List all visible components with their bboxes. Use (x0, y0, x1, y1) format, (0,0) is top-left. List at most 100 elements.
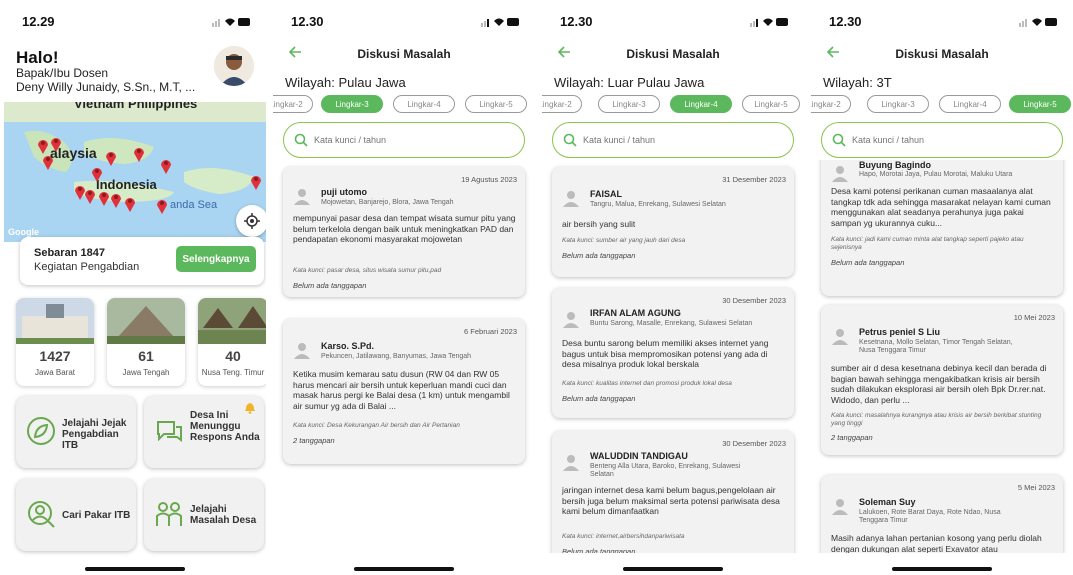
search-icon (563, 133, 577, 147)
jelajahi-jejak-button[interactable]: Jelajahi Jejak Pengabdian ITB (16, 396, 136, 468)
map-pin-icon[interactable] (160, 158, 172, 174)
map-pin-icon[interactable] (110, 192, 122, 208)
bell-icon (245, 403, 255, 414)
post-author: Soleman Suy (859, 497, 916, 507)
lingkar-tabs: Lingkar-2 Lingkar-3 Lingkar-4 Lingkar-5 (811, 95, 1073, 113)
tab-lingkar-4[interactable]: Lingkar-4 (939, 95, 1001, 113)
post-date: 19 Agustus 2023 (461, 175, 517, 184)
map-pin-icon[interactable] (42, 154, 54, 170)
home-indicator[interactable] (85, 567, 185, 571)
map-pin-icon[interactable] (98, 190, 110, 206)
crosshair-icon (244, 213, 260, 229)
status-time: 12.29 (22, 14, 55, 29)
tab-lingkar-5[interactable]: Lingkar-5 (465, 95, 527, 113)
post-list[interactable]: 31 Desember 2023 FAISAL Tangru, Malua, E… (542, 160, 804, 557)
user-name: Deny Willy Junaidy, S.Sn., M.T, ... (16, 80, 196, 94)
post-body: Desa buntu sarong belum memiliki akses i… (562, 338, 769, 369)
home-indicator[interactable] (354, 567, 454, 571)
tab-lingkar-3[interactable]: Lingkar-3 (598, 95, 660, 113)
post-response-count: Belum ada tanggapan (831, 258, 905, 267)
region-card-jawa-barat[interactable]: 1427 Jawa Barat (16, 298, 94, 386)
wilayah-label: Wilayah: Luar Pulau Jawa (554, 75, 705, 90)
tab-lingkar-2[interactable]: Lingkar-2 (811, 95, 851, 113)
region-name: Jawa Barat (34, 368, 76, 377)
people-icon (156, 502, 182, 526)
sebaran-map[interactable]: Vietnam Philippines alaysia Indonesia an… (4, 102, 266, 242)
post-list[interactable]: 19 Agustus 2023 puji utomo Mojowetan, Ba… (273, 160, 535, 557)
search-input[interactable] (314, 132, 514, 148)
my-location-button[interactable] (236, 205, 266, 237)
map-pin-icon[interactable] (156, 198, 168, 214)
post-list[interactable]: Buyung Bagindo Hapo, Morotai Jaya, Pulau… (811, 160, 1073, 557)
map-pin-icon[interactable] (50, 136, 62, 152)
region-card-ntt[interactable]: 40 Nusa Teng. Timur (198, 298, 266, 386)
user-icon (563, 312, 579, 328)
wilayah-label: Wilayah: 3T (823, 75, 892, 90)
post-body: Desa kami potensi perikanan cuman masaal… (831, 186, 1051, 228)
tab-lingkar-5[interactable]: Lingkar-5 (1009, 95, 1071, 113)
tab-lingkar-4[interactable]: Lingkar-4 (670, 95, 732, 113)
search-input[interactable] (583, 132, 783, 148)
map-pin-icon[interactable] (133, 146, 145, 162)
tab-lingkar-2[interactable]: Lingkar-2 (273, 95, 313, 113)
search-person-icon (28, 501, 55, 528)
desa-menunggu-button[interactable]: Desa Ini Menunggu Respons Anda (144, 396, 264, 468)
screen-diskusi-jawa: 12.30 Diskusi Masalah Wilayah: Pulau Jaw… (273, 0, 535, 575)
map-pin-icon[interactable] (37, 138, 49, 154)
map-pin-icon[interactable] (250, 174, 262, 190)
map-pin-icon[interactable] (91, 166, 103, 182)
post-author: Karso. S.Pd. (321, 341, 375, 351)
post-response-count: 2 tanggapan (293, 436, 335, 445)
search-bar (283, 122, 525, 158)
status-icons (481, 18, 519, 27)
sebaran-title: Sebaran 1847 (34, 247, 105, 259)
home-indicator[interactable] (623, 567, 723, 571)
tab-lingkar-3[interactable]: Lingkar-3 (321, 95, 383, 113)
post-author: puji utomo (321, 187, 367, 197)
tab-lingkar-2[interactable]: Lingkar-2 (542, 95, 582, 113)
post-card[interactable]: 10 Mei 2023 Petrus peniel S Liu Kesetnan… (821, 305, 1063, 455)
post-card[interactable]: 31 Desember 2023 FAISAL Tangru, Malua, E… (552, 167, 794, 277)
avatar[interactable] (214, 46, 254, 86)
map-pin-icon[interactable] (124, 196, 136, 212)
post-keywords: Kata kunci: pasar desa, situs wisata sum… (293, 267, 442, 274)
map-pin-icon[interactable] (105, 150, 117, 166)
post-body: Masih adanya lahan pertanian kosong yang… (831, 533, 1042, 554)
post-card[interactable]: 6 Februari 2023 Karso. S.Pd. Pekuncen, J… (283, 319, 525, 464)
post-author: IRFAN ALAM AGUNG (590, 308, 681, 318)
tab-lingkar-5[interactable]: Lingkar-5 (742, 95, 800, 113)
jelajahi-masalah-button[interactable]: Jelajahi Masalah Desa (144, 479, 264, 551)
page-title: Diskusi Masalah (895, 47, 989, 61)
region-name: Jawa Tengah (122, 368, 170, 377)
tab-lingkar-4[interactable]: Lingkar-4 (393, 95, 455, 113)
post-date: 31 Desember 2023 (722, 175, 786, 184)
post-body: mempunyai pasar desa dan tempat wisata s… (293, 213, 516, 244)
page-title: Diskusi Masalah (357, 47, 451, 61)
sebaran-subtitle: Kegiatan Pengabdian (34, 261, 140, 273)
list-bottom-edge (542, 553, 804, 557)
cari-pakar-button[interactable]: Cari Pakar ITB (16, 479, 136, 551)
menu-label: Cari Pakar ITB (62, 510, 131, 521)
post-card[interactable]: Buyung Bagindo Hapo, Morotai Jaya, Pulau… (821, 160, 1063, 296)
post-card[interactable]: 30 Desember 2023 WALUDDIN TANDIGAU Bente… (552, 431, 794, 557)
post-keywords: Kata kunci: masalahnya kurangnya atau kr… (831, 412, 1042, 427)
search-input[interactable] (852, 132, 1052, 148)
region-image (107, 298, 185, 344)
region-card-jawa-tengah[interactable]: 61 Jawa Tengah (107, 298, 185, 386)
user-icon (563, 455, 579, 471)
status-time: 12.30 (291, 14, 324, 29)
post-response-count: 2 tanggapan (831, 433, 873, 442)
tab-lingkar-3[interactable]: Lingkar-3 (867, 95, 929, 113)
region-image (198, 298, 266, 344)
post-card[interactable]: 5 Mei 2023 Soleman Suy Lalukoen, Rote Ba… (821, 475, 1063, 557)
status-bar: 12.29 (4, 0, 266, 40)
discussion-icon (157, 421, 182, 442)
sebaran-card: Sebaran 1847 Kegiatan Pengabdian Selengk… (20, 237, 264, 285)
map-pin-icon[interactable] (84, 188, 96, 204)
post-keywords: Kata kunci: sumber air yang jauh dari de… (562, 237, 686, 244)
post-card[interactable]: 19 Agustus 2023 puji utomo Mojowetan, Ba… (283, 167, 525, 297)
search-bar (552, 122, 794, 158)
home-indicator[interactable] (892, 567, 992, 571)
post-card[interactable]: 30 Desember 2023 IRFAN ALAM AGUNG Buntu … (552, 288, 794, 418)
selengkapnya-button[interactable]: Selengkapnya (176, 246, 256, 272)
